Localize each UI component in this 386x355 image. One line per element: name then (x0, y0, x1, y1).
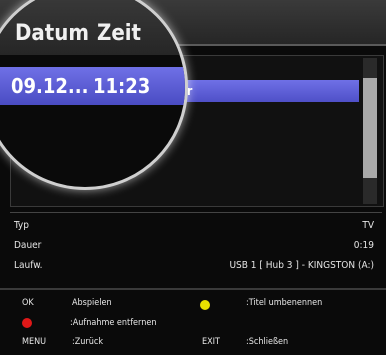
info-type-value: TV (362, 220, 374, 231)
yellow-button-icon (200, 300, 210, 310)
recordings-screen: 09.12... 11:23 ler Typ TV Dauer 0:19 Lau… (0, 0, 386, 355)
help-exit-key: EXIT (202, 337, 220, 347)
column-header-time: Zeit (97, 21, 142, 46)
info-row-duration: Dauer 0:19 (10, 237, 380, 255)
red-button-icon (22, 318, 32, 328)
help-menu-action: :Zurück (72, 337, 104, 347)
magnified-date: 09.12... (11, 74, 89, 98)
help-exit-action: :Schließen (246, 337, 289, 347)
help-bar: OK Abspielen :Titel umbenennen :Aufnahme… (0, 288, 386, 355)
info-type-label: Typ (14, 220, 29, 231)
recording-info-panel: Typ TV Dauer 0:19 Laufw. USB 1 [ Hub 3 ]… (10, 212, 382, 285)
magnified-selected-row: 09.12... 11:23 (0, 67, 185, 105)
info-drive-label: Laufw. (14, 260, 43, 271)
info-duration-label: Dauer (14, 240, 42, 251)
magnified-header: Datum Zeit (0, 0, 185, 55)
help-ok-key: OK (22, 298, 34, 308)
column-header-date: Datum (15, 21, 89, 46)
help-menu-key: MENU (22, 337, 47, 347)
info-drive-value: USB 1 [ Hub 3 ] - KINGSTON (A:) (229, 260, 374, 271)
list-scrollbar[interactable] (363, 58, 377, 204)
help-red-action: :Aufnahme entfernen (70, 318, 157, 328)
scrollbar-thumb[interactable] (363, 78, 377, 178)
help-yellow-action: :Titel umbenennen (246, 298, 323, 308)
info-duration-value: 0:19 (353, 240, 374, 251)
info-row-drive: Laufw. USB 1 [ Hub 3 ] - KINGSTON (A:) (10, 257, 380, 275)
help-ok-action: Abspielen (72, 298, 112, 308)
info-row-type: Typ TV (10, 217, 380, 235)
magnified-time: 11:23 (93, 74, 151, 98)
